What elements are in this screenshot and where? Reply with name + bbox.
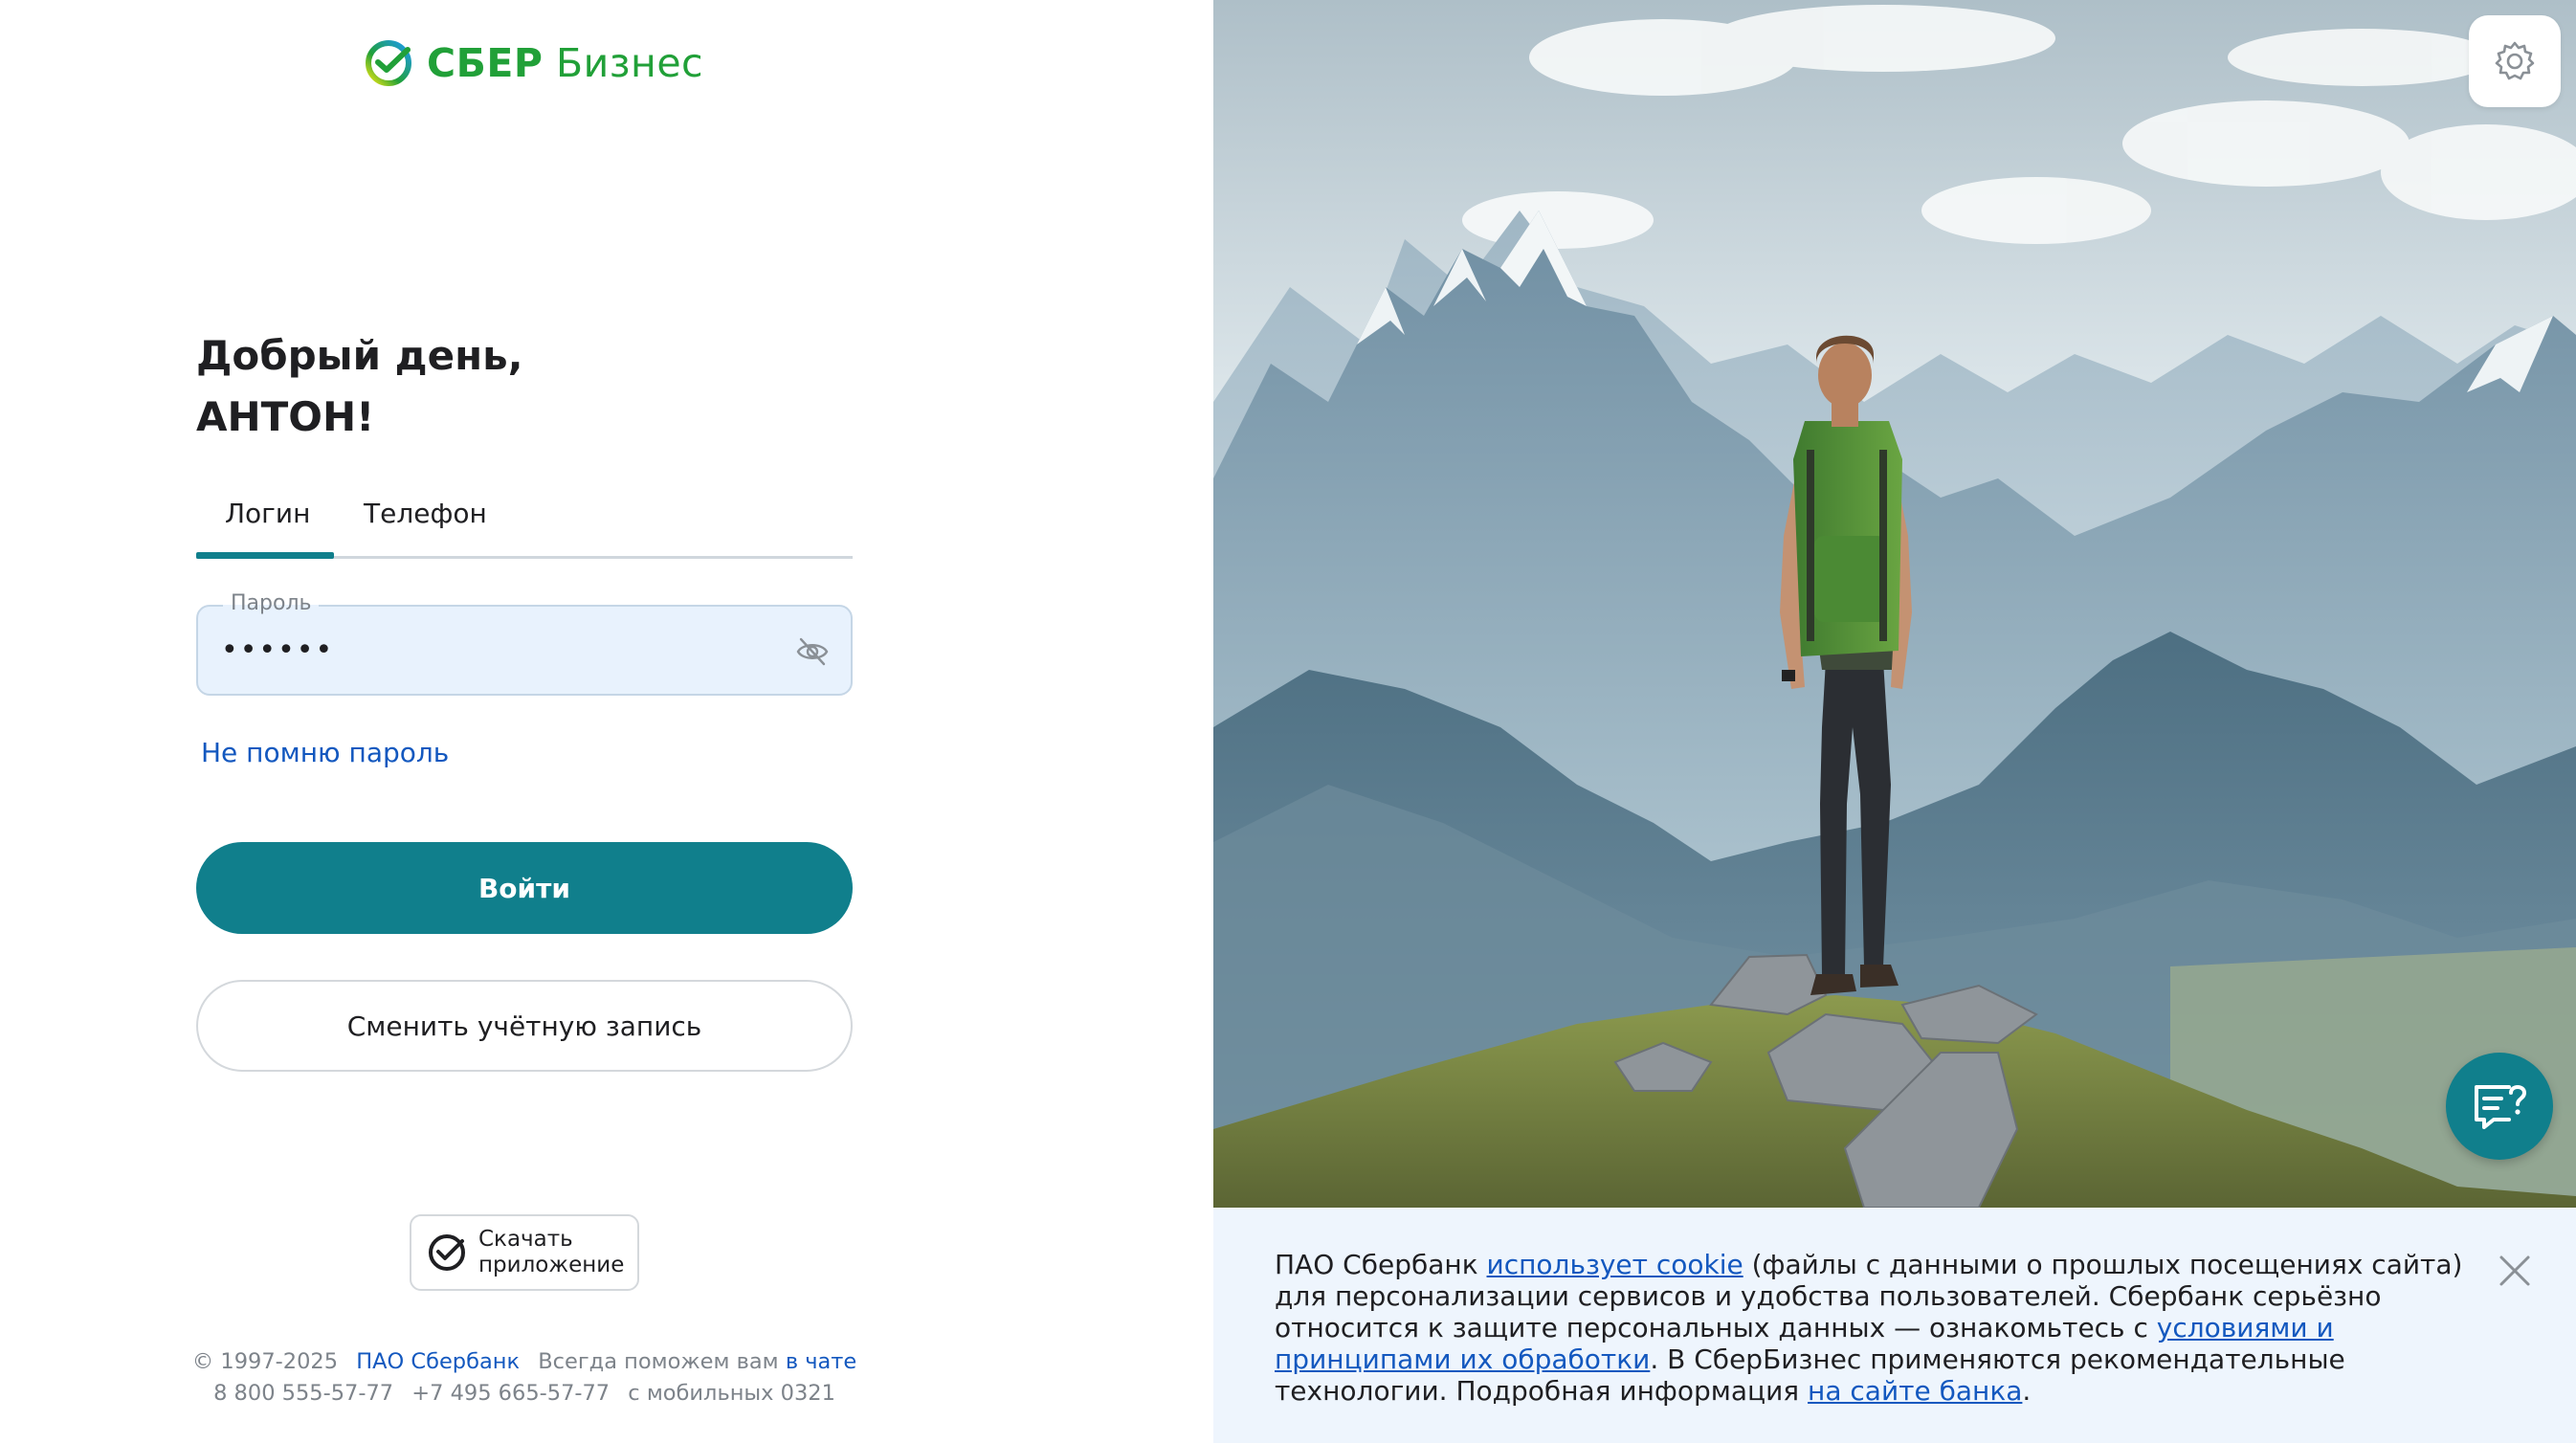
settings-gear-icon	[2495, 41, 2535, 80]
switch-account-button[interactable]: Сменить учётную запись	[196, 980, 853, 1072]
password-input[interactable]: ••••••	[221, 633, 334, 667]
close-icon[interactable]	[2496, 1252, 2534, 1290]
password-label: Пароль	[223, 591, 320, 615]
login-panel: СБЕР Бизнес Добрый день, АНТОН! Логин Те…	[0, 0, 1213, 1443]
settings-button[interactable]	[2469, 15, 2561, 107]
footer-line-2: 8 800 555-57-77 +7 495 665-57-77 с мобил…	[0, 1381, 1049, 1406]
phone-1[interactable]: 8 800 555-57-77	[213, 1381, 393, 1406]
copyright: © 1997-2025	[191, 1349, 339, 1374]
mobile-number: с мобильных 0321	[628, 1381, 835, 1406]
tab-login[interactable]: Логин	[225, 498, 310, 529]
password-field[interactable]: Пароль ••••••	[196, 591, 853, 696]
chat-link[interactable]: в чате	[786, 1349, 856, 1374]
sber-app-icon	[429, 1234, 465, 1271]
greeting-line1: Добрый день,	[196, 332, 523, 379]
login-button[interactable]: Войти	[196, 842, 853, 934]
greeting: Добрый день, АНТОН!	[196, 325, 523, 448]
cookie-text: ПАО Сбербанк использует cookie (файлы с …	[1275, 1249, 2463, 1407]
login-method-tabs: Логин Телефон	[196, 488, 853, 559]
sber-business-logo[interactable]: СБЕР Бизнес	[364, 38, 703, 88]
footer-line-1: © 1997-2025 ПАО Сбербанк Всегда поможем …	[0, 1349, 1049, 1374]
brand-name: СБЕР Бизнес	[427, 40, 704, 86]
chat-help-icon	[2475, 1085, 2527, 1129]
cookie-banner: ПАО Сбербанк использует cookie (файлы с …	[1213, 1208, 2576, 1443]
greeting-name: АНТОН!	[196, 393, 375, 440]
forgot-password-link[interactable]: Не помню пароль	[201, 737, 449, 768]
help-text: Всегда поможем вам в чате	[538, 1349, 857, 1374]
tab-phone[interactable]: Телефон	[364, 498, 487, 529]
cookie-link[interactable]: использует cookie	[1487, 1249, 1743, 1280]
active-tab-indicator	[196, 552, 334, 559]
sber-logo-icon	[366, 40, 411, 86]
promo-panel: ПАО Сбербанк использует cookie (файлы с …	[1213, 0, 2576, 1443]
chat-help-button[interactable]	[2446, 1053, 2553, 1160]
eye-off-icon[interactable]	[795, 635, 830, 668]
bank-link[interactable]: ПАО Сбербанк	[356, 1349, 520, 1374]
download-app-button[interactable]: Скачать приложение	[410, 1214, 639, 1291]
mountain-hiker-image	[1213, 0, 2576, 1208]
phone-2[interactable]: +7 495 665-57-77	[411, 1381, 610, 1406]
bank-site-link[interactable]: на сайте банка	[1808, 1375, 2022, 1407]
download-app-label: Скачать приложение	[478, 1227, 625, 1277]
